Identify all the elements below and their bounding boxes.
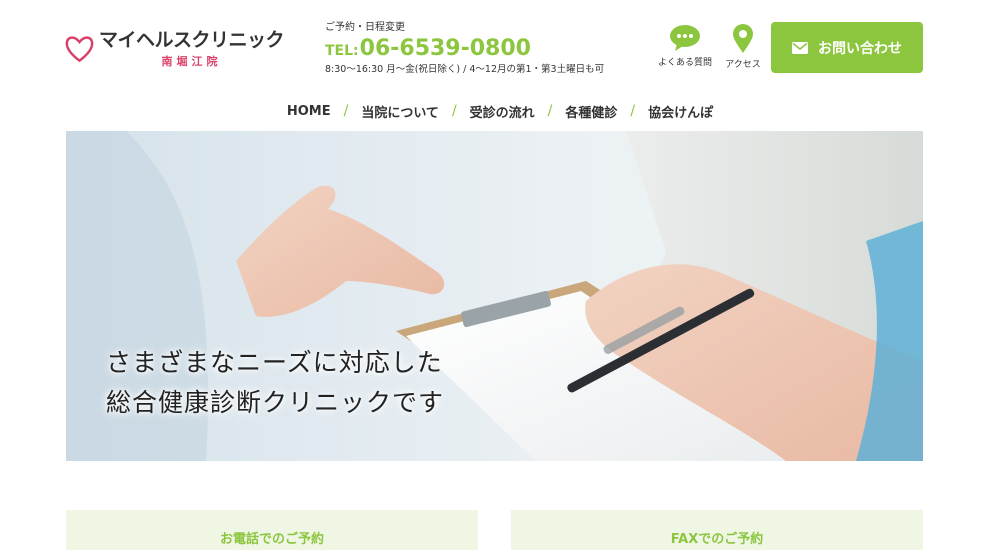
hero-line-1: さまざまなニーズに対応した <box>106 348 443 377</box>
access-link[interactable]: アクセス <box>720 24 766 70</box>
faq-link[interactable]: よくある質問 <box>654 24 716 68</box>
phone-reservation-title: お電話でのご予約 <box>219 532 324 547</box>
tel-number[interactable]: 06-6539-0800 <box>360 36 531 62</box>
nav-checkups[interactable]: 各種健診 <box>556 102 626 121</box>
contact-label: ご予約・日程変更 <box>325 22 405 33</box>
chat-bubble-icon <box>670 25 700 51</box>
access-label: アクセス <box>725 60 761 70</box>
global-nav: HOME / 当院について / 受診の流れ / 各種健診 / 協会けんぽ <box>0 98 1000 124</box>
nav-separator: / <box>343 103 349 119</box>
hero-banner: さまざまなニーズに対応した 総合健康診断クリニックです <box>66 131 923 461</box>
hero-copy: さまざまなニーズに対応した 総合健康診断クリニックです <box>106 343 444 423</box>
map-pin-icon <box>733 24 753 53</box>
heart-logo-icon <box>65 36 94 63</box>
inquiry-label: お問い合わせ <box>818 40 902 57</box>
nav-separator: / <box>630 103 636 119</box>
nav-home[interactable]: HOME <box>278 104 340 119</box>
fax-reservation-card[interactable]: FAXでのご予約 <box>511 510 923 550</box>
tel-line[interactable]: TEL: 06-6539-0800 <box>325 36 625 62</box>
inquiry-button[interactable]: お問い合わせ <box>771 22 923 73</box>
clinic-branch: 南堀江院 <box>161 55 222 68</box>
tel-prefix: TEL: <box>325 43 359 59</box>
clinic-name: マイヘルスクリニック <box>98 29 285 51</box>
nav-kyokai-kenpo[interactable]: 協会けんぽ <box>639 102 722 121</box>
nav-about[interactable]: 当院について <box>352 102 448 121</box>
nav-separator: / <box>451 103 457 119</box>
nav-separator: / <box>547 103 553 119</box>
phone-reservation-card[interactable]: お電話でのご予約 <box>66 510 478 550</box>
hero-line-2: 総合健康診断クリニックです <box>106 388 445 417</box>
mail-icon <box>792 41 808 54</box>
fax-reservation-title: FAXでのご予約 <box>670 532 764 547</box>
clinic-logo[interactable]: マイヘルスクリニック 南堀江院 <box>64 26 285 72</box>
contact-info: ご予約・日程変更 TEL: 06-6539-0800 8:30〜16:30 月〜… <box>325 21 625 77</box>
business-hours: 8:30〜16:30 月〜金(祝日除く) / 4〜12月の第1・第3土曜日も可 <box>325 64 605 75</box>
faq-label: よくある質問 <box>657 58 712 68</box>
nav-flow[interactable]: 受診の流れ <box>461 102 544 121</box>
